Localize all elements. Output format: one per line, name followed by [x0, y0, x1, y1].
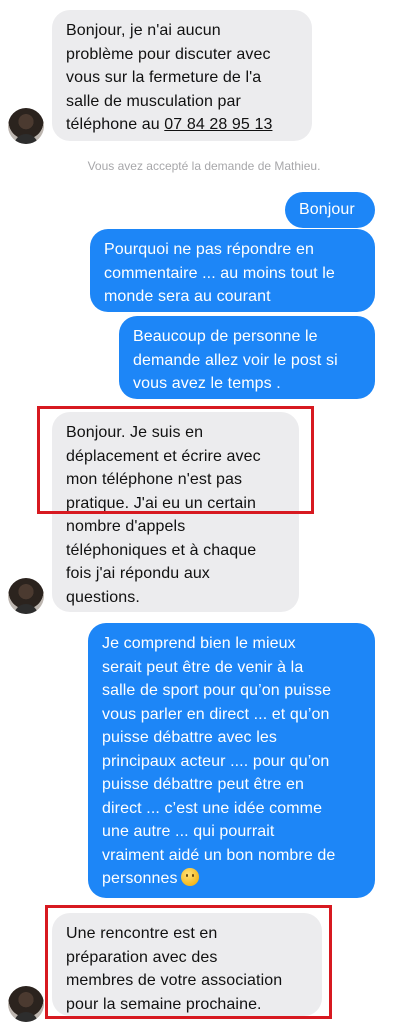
- outgoing-message-bubble[interactable]: Pourquoi ne pas répondre en commentaire …: [90, 229, 375, 312]
- contact-avatar[interactable]: [8, 108, 44, 144]
- request-accepted-note: Vous avez accepté la demande de Mathieu.: [87, 159, 321, 173]
- message-text: Je comprend bien le mieux serait peut êt…: [102, 635, 336, 887]
- incoming-message-bubble[interactable]: Bonjour. Je suis en déplacement et écrir…: [52, 412, 299, 612]
- outgoing-message-bubble[interactable]: Bonjour: [285, 192, 375, 228]
- smiling-face-emoji-icon: [180, 868, 199, 886]
- phone-number-link[interactable]: 07 84 28 95 13: [164, 116, 272, 133]
- outgoing-message-bubble[interactable]: Je comprend bien le mieux serait peut êt…: [88, 623, 375, 898]
- incoming-message-bubble[interactable]: Une rencontre est en préparation avec de…: [52, 913, 322, 1016]
- outgoing-message-bubble[interactable]: Beaucoup de personne le demande allez vo…: [119, 316, 375, 399]
- contact-avatar[interactable]: [8, 578, 44, 614]
- incoming-message-bubble[interactable]: Bonjour, je n'ai aucun problème pour dis…: [52, 10, 312, 141]
- contact-avatar[interactable]: [8, 986, 44, 1022]
